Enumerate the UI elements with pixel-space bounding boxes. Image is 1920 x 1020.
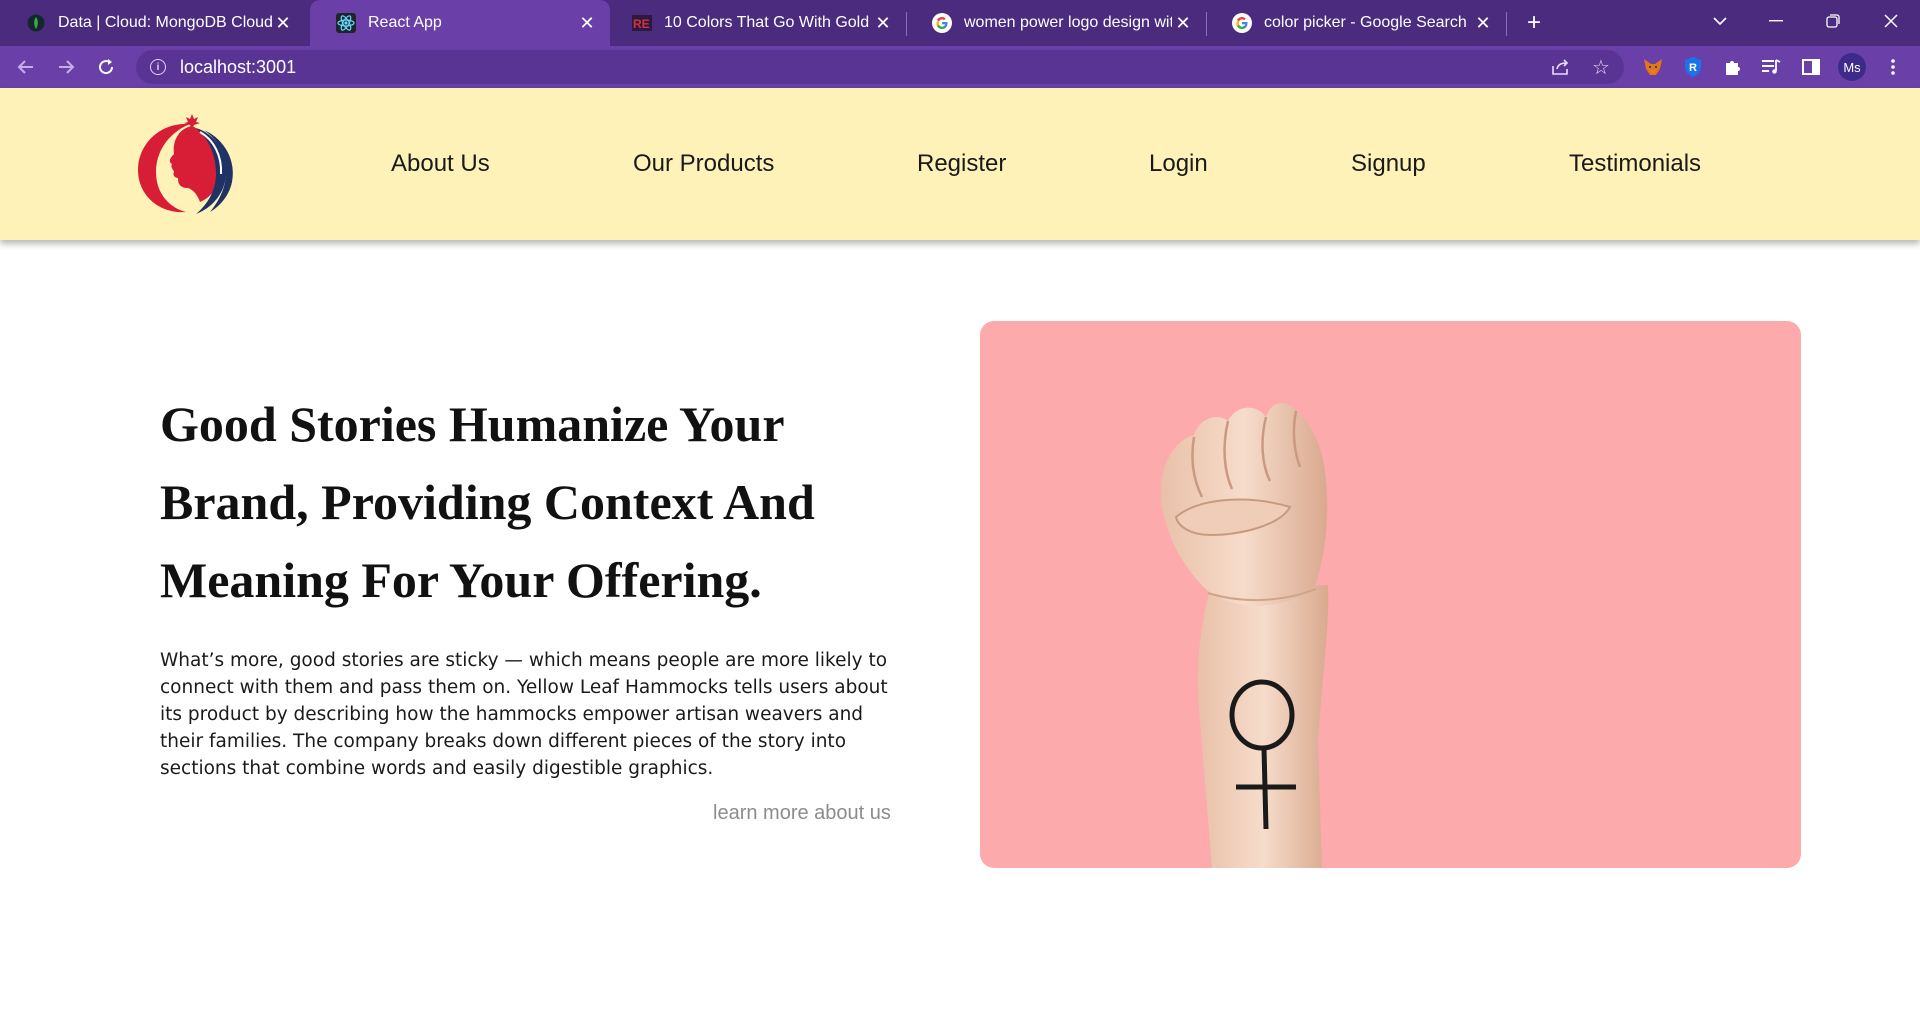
tab-close-icon[interactable]: ✕ <box>576 12 598 34</box>
forward-arrow-icon[interactable] <box>52 53 80 81</box>
nav-testimonials[interactable]: Testimonials <box>1569 150 1701 178</box>
address-bar[interactable]: i localhost:3001 <box>136 50 1624 84</box>
svg-text:RE: RE <box>633 17 650 31</box>
reload-icon[interactable] <box>92 53 120 81</box>
google-icon <box>932 13 952 33</box>
profile-avatar[interactable]: Ms <box>1838 53 1866 81</box>
more-menu-icon[interactable] <box>1880 54 1906 80</box>
extensions-puzzle-icon[interactable] <box>1720 54 1746 80</box>
learn-more-link[interactable]: learn more about us <box>713 802 891 825</box>
tab-color-picker[interactable]: color picker - Google Search ✕ <box>1206 0 1506 46</box>
tab-colors-gold[interactable]: RE 10 Colors That Go With Gold | Pa ✕ <box>606 0 906 46</box>
tab-close-icon[interactable]: ✕ <box>1472 12 1494 34</box>
tab-title: 10 Colors That Go With Gold | Pa <box>664 14 872 31</box>
tab-close-icon[interactable]: ✕ <box>272 12 294 34</box>
restore-icon[interactable] <box>1816 6 1850 36</box>
women-profile-logo[interactable] <box>134 110 238 218</box>
nav-signup[interactable]: Signup <box>1351 150 1426 178</box>
tab-title: color picker - Google Search <box>1264 14 1467 31</box>
tab-title: Data | Cloud: MongoDB Cloud <box>58 14 272 31</box>
hero-paragraph: What’s more, good stories are sticky — w… <box>160 650 888 779</box>
tab-title: women power logo design with t <box>964 14 1172 31</box>
raised-fist-female-symbol-photo <box>980 321 1801 868</box>
svg-text:R: R <box>1689 62 1697 74</box>
reading-list-icon[interactable] <box>1758 54 1784 80</box>
tab-separator <box>1506 12 1507 36</box>
side-panel-icon[interactable] <box>1798 54 1824 80</box>
tab-mongodb[interactable]: Data | Cloud: MongoDB Cloud ✕ <box>0 0 306 46</box>
browser-tab-strip: Data | Cloud: MongoDB Cloud ✕ React App … <box>0 0 1920 46</box>
back-arrow-icon[interactable] <box>12 53 40 81</box>
minimize-icon[interactable] <box>1759 6 1793 36</box>
shield-extension-icon[interactable]: R <box>1680 54 1706 80</box>
hero-heading: Good Stories Humanize Your Brand, Provid… <box>160 396 815 608</box>
nav-login[interactable]: Login <box>1149 150 1208 178</box>
close-window-icon[interactable] <box>1874 6 1908 36</box>
nav-about-us[interactable]: About Us <box>391 150 490 178</box>
new-tab-button[interactable]: + <box>1520 9 1548 37</box>
tab-title: React App <box>368 14 442 31</box>
tab-close-icon[interactable]: ✕ <box>872 12 894 34</box>
site-info-icon[interactable]: i <box>150 59 166 75</box>
mongodb-leaf-icon <box>26 13 46 33</box>
nav-register[interactable]: Register <box>917 150 1006 178</box>
bookmark-star-icon[interactable]: ☆ <box>1588 54 1614 80</box>
share-icon[interactable] <box>1548 54 1574 80</box>
tab-close-icon[interactable]: ✕ <box>1172 12 1194 34</box>
site-header: About Us Our Products Register Login Sig… <box>0 88 1920 240</box>
react-icon <box>336 13 356 33</box>
re-site-icon: RE <box>632 13 652 33</box>
browser-toolbar: i localhost:3001 ☆ R Ms <box>0 46 1920 88</box>
tab-women-power-logo[interactable]: women power logo design with t ✕ <box>906 0 1206 46</box>
url-text[interactable]: localhost:3001 <box>180 57 296 78</box>
metamask-fox-icon[interactable] <box>1640 54 1666 80</box>
tab-react-app[interactable]: React App ✕ <box>310 0 610 46</box>
tab-search-icon[interactable] <box>1703 6 1737 36</box>
google-icon <box>1232 13 1252 33</box>
nav-our-products[interactable]: Our Products <box>633 150 774 178</box>
